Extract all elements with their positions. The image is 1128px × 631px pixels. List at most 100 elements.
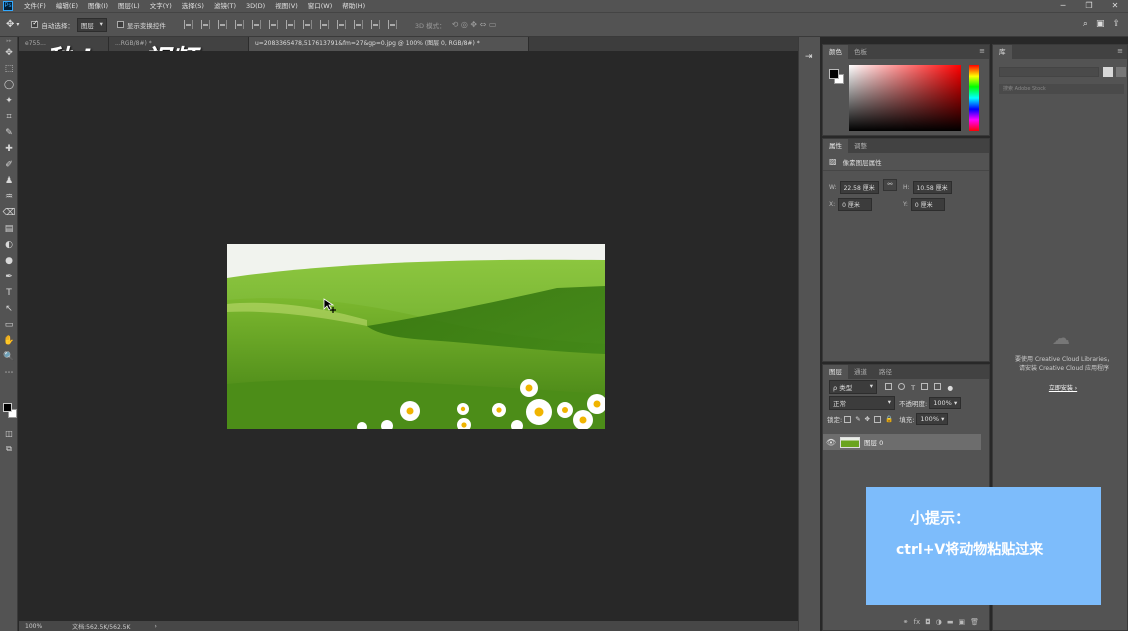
- library-dropdown[interactable]: [999, 67, 1099, 77]
- show-transform-checkbox[interactable]: [116, 21, 124, 28]
- pen-tool-icon[interactable]: ✒: [0, 269, 18, 285]
- distribute-vcenter-icon[interactable]: [302, 20, 312, 29]
- y-field[interactable]: 0 厘米: [910, 198, 945, 211]
- color-swatches[interactable]: [3, 403, 17, 419]
- minimize-button[interactable]: ─: [1050, 0, 1076, 12]
- list-view-icon[interactable]: [1116, 67, 1126, 77]
- brush-tool-icon[interactable]: ✐: [0, 157, 18, 173]
- show-transform-option[interactable]: 显示变换控件: [116, 20, 166, 30]
- layer-row[interactable]: 👁 图层 0: [823, 434, 981, 450]
- eye-icon[interactable]: 👁: [825, 438, 837, 447]
- distribute-left-icon[interactable]: [336, 20, 346, 29]
- align-vcenter-icon[interactable]: [200, 20, 210, 29]
- workspace-icon[interactable]: ▣: [1096, 19, 1105, 29]
- 3d-roll-icon[interactable]: ◎: [461, 20, 468, 29]
- lock-transparent-icon[interactable]: [844, 415, 852, 423]
- distribute-bottom-icon[interactable]: [319, 20, 329, 29]
- saturation-picker[interactable]: [849, 65, 961, 131]
- tab-channels[interactable]: 通道: [848, 365, 873, 379]
- link-layers-icon[interactable]: ⚭: [903, 618, 909, 626]
- 3d-slide-icon[interactable]: ⇔: [480, 20, 487, 29]
- lock-artboard-icon[interactable]: [874, 415, 882, 423]
- menu-file[interactable]: 文件(F): [19, 0, 51, 12]
- filter-toggle-icon[interactable]: ●: [947, 384, 953, 392]
- tab-paths[interactable]: 路径: [873, 365, 898, 379]
- gradient-tool-icon[interactable]: ▤: [0, 221, 18, 237]
- status-menu-arrow[interactable]: ›: [154, 623, 156, 630]
- move-tool-preset[interactable]: ✥ ▾: [6, 19, 19, 30]
- screen-mode-icon[interactable]: ⧉: [0, 441, 18, 457]
- share-icon[interactable]: ⇪: [1112, 19, 1120, 29]
- align-bottom-icon[interactable]: [217, 20, 227, 29]
- menu-select[interactable]: 选择(S): [177, 0, 209, 12]
- tab-adjustments[interactable]: 调整: [848, 139, 873, 153]
- grid-view-icon[interactable]: [1103, 67, 1113, 77]
- menu-help[interactable]: 帮助(H): [337, 0, 370, 12]
- fx-icon[interactable]: fx: [914, 618, 921, 626]
- doc-tab-active[interactable]: u=2083365478,517613791&fm=27&gp=0.jpg @ …: [249, 37, 529, 51]
- distribute-right-icon[interactable]: [370, 20, 380, 29]
- auto-select-dropdown[interactable]: 图层 ▾: [76, 17, 107, 32]
- width-field[interactable]: 22.58 厘米: [839, 181, 879, 194]
- height-field[interactable]: 10.58 厘米: [912, 181, 952, 194]
- clone-stamp-tool-icon[interactable]: ♟: [0, 173, 18, 189]
- hue-slider[interactable]: [969, 65, 979, 131]
- eraser-tool-icon[interactable]: ⌫: [0, 205, 18, 221]
- grassland-image[interactable]: [227, 244, 605, 429]
- crop-tool-icon[interactable]: ⌗: [0, 109, 18, 125]
- 3d-scale-icon[interactable]: ▭: [489, 20, 497, 29]
- healing-brush-tool-icon[interactable]: ✚: [0, 141, 18, 157]
- lock-pixels-icon[interactable]: ✎: [855, 415, 860, 423]
- align-right-icon[interactable]: [268, 20, 278, 29]
- 3d-rotate-icon[interactable]: ⟲: [452, 20, 459, 29]
- 3d-pan-icon[interactable]: ✥: [470, 20, 477, 29]
- close-button[interactable]: ✕: [1102, 0, 1128, 12]
- group-icon[interactable]: ▬: [947, 618, 954, 626]
- menu-image[interactable]: 图像(I): [83, 0, 113, 12]
- tool-presets-icon[interactable]: ⇥: [805, 52, 815, 64]
- trash-icon[interactable]: 🗑: [970, 618, 979, 626]
- blend-mode-dropdown[interactable]: 正常 ▾: [829, 396, 895, 410]
- layer-name[interactable]: 图层 0: [864, 437, 883, 447]
- layer-filter-dropdown[interactable]: ρ 类型 ▾: [829, 380, 877, 394]
- filter-shape-icon[interactable]: [921, 382, 929, 390]
- menu-edit[interactable]: 编辑(E): [51, 0, 83, 12]
- tab-color[interactable]: 颜色: [823, 45, 848, 59]
- menu-layer[interactable]: 图层(L): [113, 0, 145, 12]
- menu-3d[interactable]: 3D(D): [241, 0, 270, 12]
- filter-smart-object-icon[interactable]: [934, 382, 942, 390]
- search-icon[interactable]: ⌕: [1083, 19, 1088, 29]
- auto-select-option[interactable]: 自动选择： 图层 ▾: [31, 17, 107, 32]
- zoom-level[interactable]: 100%: [25, 623, 42, 630]
- filter-type-icon[interactable]: T: [911, 384, 915, 392]
- menu-window[interactable]: 窗口(W): [303, 0, 338, 12]
- edit-toolbar-icon[interactable]: ⋯: [0, 365, 18, 381]
- add-mask-icon[interactable]: ◘: [925, 618, 931, 626]
- move-tool-icon[interactable]: ✥: [0, 45, 18, 61]
- auto-select-checkbox[interactable]: [31, 19, 39, 28]
- x-field[interactable]: 0 厘米: [838, 198, 873, 211]
- restore-button[interactable]: ❐: [1076, 0, 1102, 12]
- dodge-tool-icon[interactable]: ●: [0, 253, 18, 269]
- distribute-hcenter-icon[interactable]: [353, 20, 363, 29]
- lock-all-icon[interactable]: 🔒: [885, 415, 893, 423]
- tab-libraries[interactable]: 库: [993, 45, 1012, 59]
- lasso-tool-icon[interactable]: ◯: [0, 77, 18, 93]
- menu-filter[interactable]: 滤镜(T): [209, 0, 241, 12]
- type-tool-icon[interactable]: T: [0, 285, 18, 301]
- adjustment-layer-icon[interactable]: ◑: [936, 618, 942, 626]
- quick-mask-icon[interactable]: ◫: [0, 425, 18, 441]
- eyedropper-tool-icon[interactable]: ✎: [0, 125, 18, 141]
- filter-adjustment-icon[interactable]: [898, 382, 906, 390]
- foreground-color-swatch[interactable]: [3, 403, 12, 412]
- align-hcenter-icon[interactable]: [251, 20, 261, 29]
- new-layer-icon[interactable]: ▣: [958, 618, 965, 626]
- stock-search-input[interactable]: 搜索 Adobe Stock: [999, 84, 1124, 94]
- filter-pixel-icon[interactable]: [885, 382, 892, 390]
- distribute-top-icon[interactable]: [285, 20, 295, 29]
- marquee-tool-icon[interactable]: ⬚: [0, 61, 18, 77]
- install-now-link[interactable]: 立即安装 ›: [1033, 383, 1093, 392]
- hand-tool-icon[interactable]: ✋: [0, 333, 18, 349]
- canvas-area[interactable]: [19, 51, 809, 621]
- history-brush-tool-icon[interactable]: ♒: [0, 189, 18, 205]
